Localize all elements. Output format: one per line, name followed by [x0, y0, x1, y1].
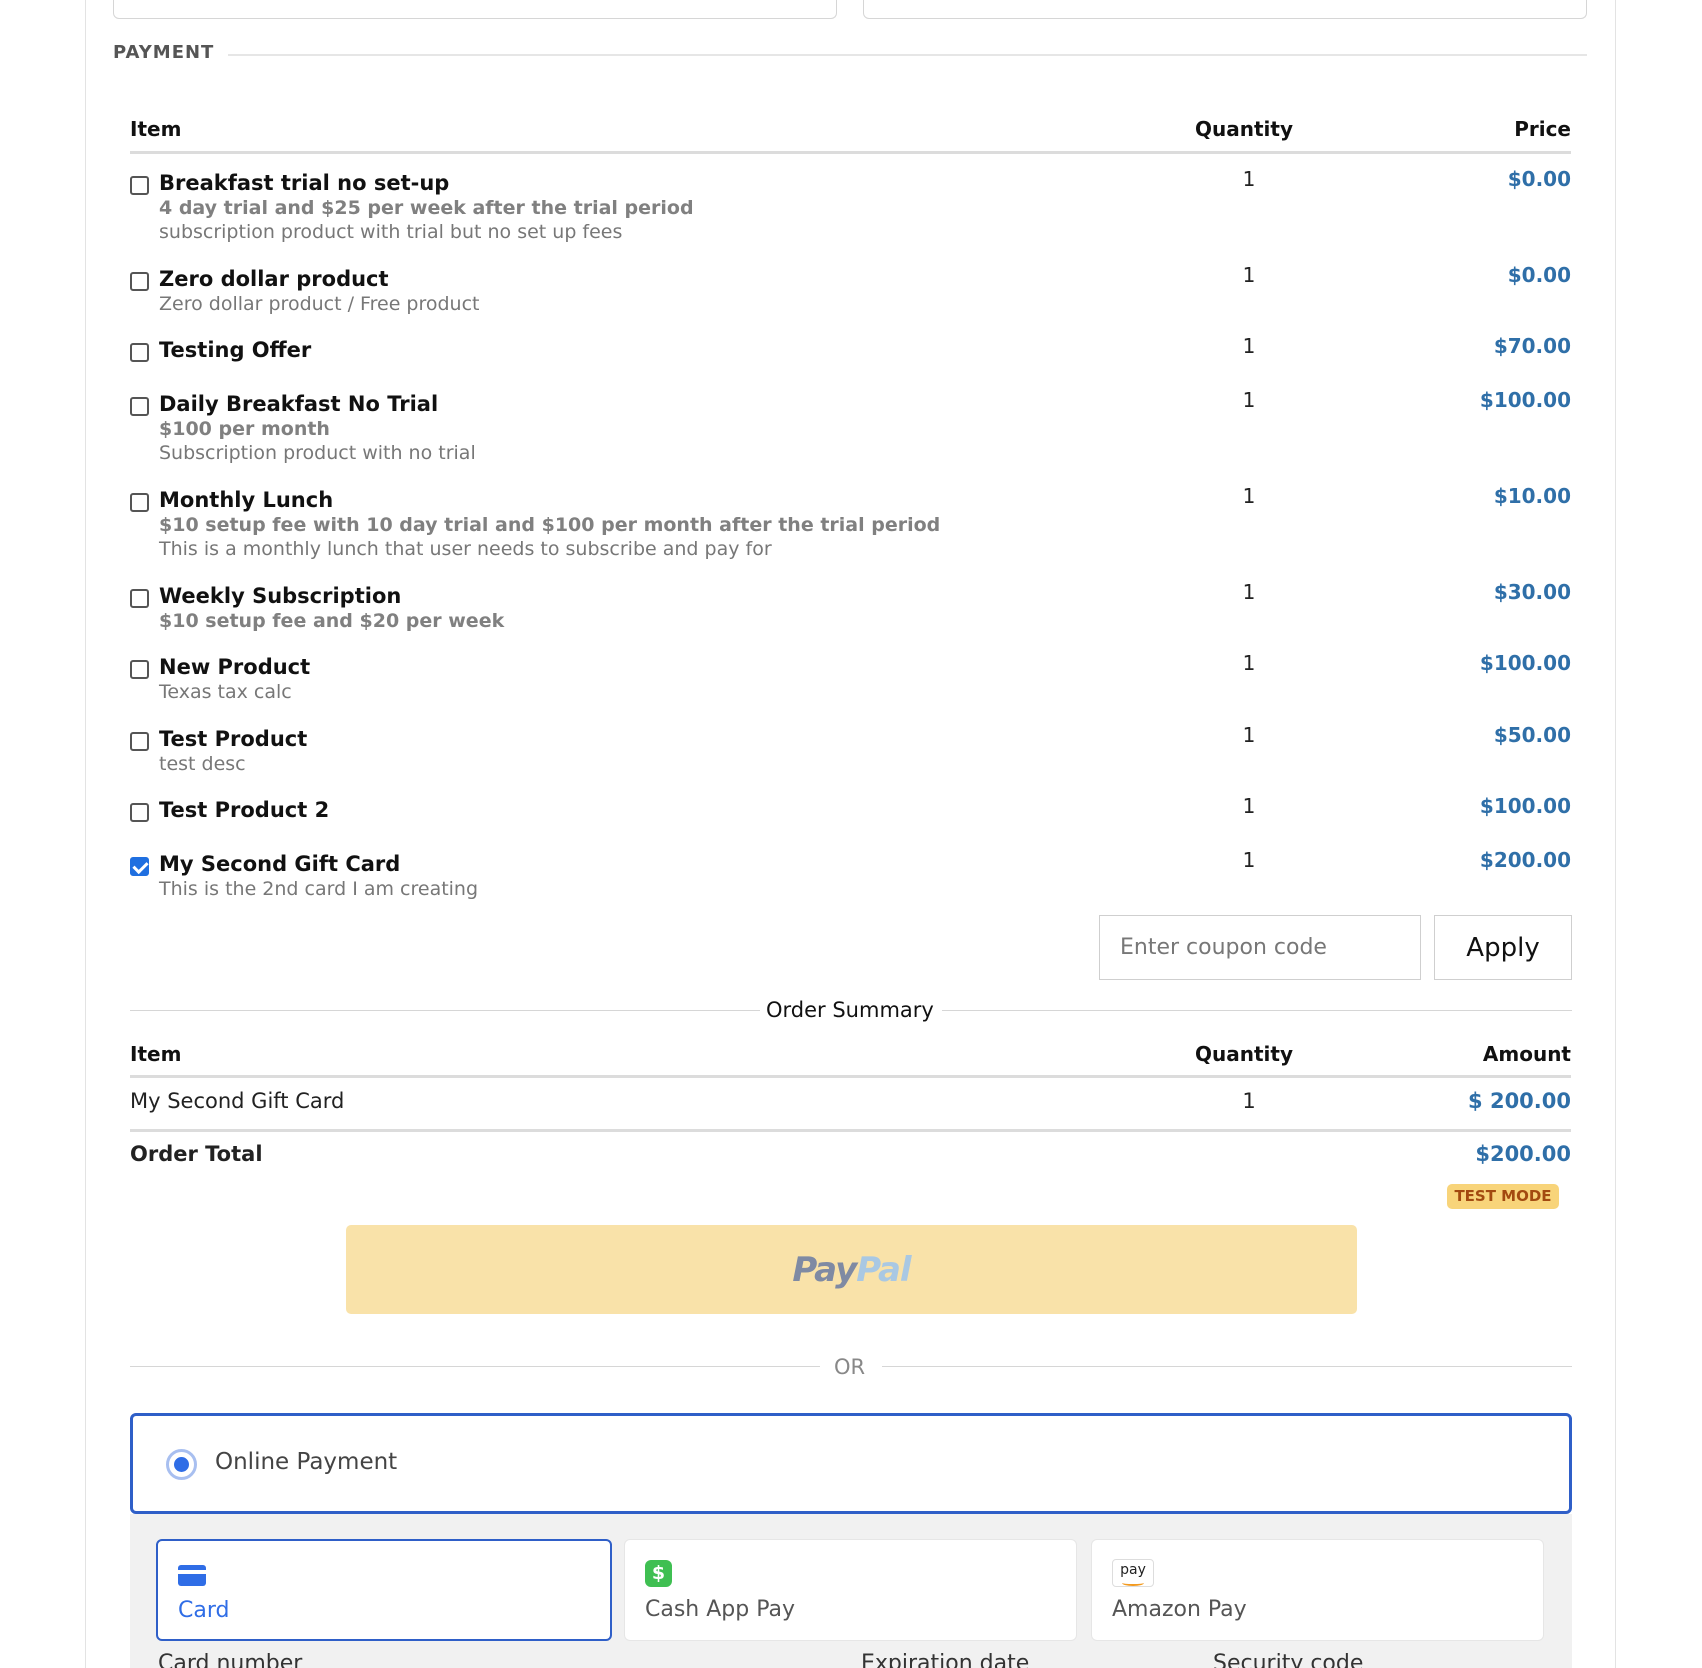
product-price: $100.00 [1479, 794, 1571, 818]
product-pricing-note: $100 per month [159, 418, 330, 440]
online-payment-radio[interactable] [166, 1449, 197, 1480]
product-name: My Second Gift Card [159, 852, 401, 876]
product-description: Texas tax calc [159, 681, 292, 703]
product-price: $0.00 [1507, 263, 1571, 287]
paypal-logo: PayPal [792, 1249, 911, 1290]
product-price: $0.00 [1507, 167, 1571, 191]
credit-card-icon [178, 1565, 206, 1586]
product-quantity: 1 [1242, 263, 1256, 287]
cash-app-icon: $ [645, 1560, 672, 1587]
apply-coupon-button[interactable]: Apply [1434, 915, 1572, 980]
product-price: $30.00 [1493, 580, 1571, 604]
previous-field-right[interactable] [863, 0, 1587, 19]
items-header-rule [130, 151, 1571, 154]
product-checkbox[interactable] [130, 272, 149, 291]
product-name: Testing Offer [159, 338, 312, 362]
product-description: Zero dollar product / Free product [159, 293, 480, 315]
product-quantity: 1 [1242, 848, 1256, 872]
items-header-item: Item [130, 117, 182, 141]
product-quantity: 1 [1242, 484, 1256, 508]
product-pricing-note: 4 day trial and $25 per week after the t… [159, 197, 694, 219]
summary-header-amount: Amount [1482, 1042, 1571, 1066]
product-name: Weekly Subscription [159, 584, 402, 608]
items-header-price: Price [1514, 117, 1571, 141]
summary-divider-right [942, 1010, 1572, 1011]
radio-selected-dot [174, 1457, 189, 1472]
summary-row-amount: $ 200.00 [1468, 1089, 1571, 1113]
product-name: Zero dollar product [159, 267, 389, 291]
payment-section-title: PAYMENT [113, 42, 215, 63]
product-quantity: 1 [1242, 580, 1256, 604]
payment-method-label: Card [178, 1598, 230, 1623]
product-checkbox[interactable] [130, 857, 149, 876]
or-divider-right [882, 1366, 1572, 1367]
product-checkbox[interactable] [130, 397, 149, 416]
items-header-quantity: Quantity [1195, 117, 1293, 141]
product-description: This is the 2nd card I am creating [159, 878, 479, 900]
coupon-code-input[interactable] [1099, 915, 1421, 980]
product-checkbox[interactable] [130, 343, 149, 362]
payment-method-cash-app[interactable]: $ Cash App Pay [624, 1539, 1077, 1641]
product-price: $50.00 [1493, 723, 1571, 747]
card-number-label: Card number [158, 1651, 303, 1668]
product-price: $70.00 [1493, 334, 1571, 358]
product-quantity: 1 [1242, 651, 1256, 675]
product-quantity: 1 [1242, 167, 1256, 191]
test-mode-badge: TEST MODE [1447, 1184, 1559, 1209]
summary-divider-left [130, 1010, 760, 1011]
product-checkbox[interactable] [130, 732, 149, 751]
product-description: test desc [159, 753, 246, 775]
product-quantity: 1 [1242, 388, 1256, 412]
product-description: subscription product with trial but no s… [159, 221, 623, 243]
security-code-label: Security code [1213, 1651, 1364, 1668]
summary-header-rule [130, 1075, 1571, 1078]
summary-total-rule [130, 1129, 1571, 1132]
summary-row-item: My Second Gift Card [130, 1089, 345, 1113]
payment-method-label: Cash App Pay [645, 1597, 795, 1622]
product-description: This is a monthly lunch that user needs … [159, 538, 772, 560]
previous-field-left[interactable] [113, 0, 837, 19]
product-pricing-note: $10 setup fee and $20 per week [159, 610, 505, 632]
paypal-logo-pay: Pay [792, 1249, 857, 1290]
product-quantity: 1 [1242, 794, 1256, 818]
product-price: $200.00 [1479, 848, 1571, 872]
summary-header-quantity: Quantity [1195, 1042, 1293, 1066]
product-price: $100.00 [1479, 388, 1571, 412]
product-name: New Product [159, 655, 311, 679]
product-checkbox[interactable] [130, 589, 149, 608]
product-description: Subscription product with no trial [159, 442, 476, 464]
product-pricing-note: $10 setup fee with 10 day trial and $100… [159, 514, 941, 536]
product-checkbox[interactable] [130, 660, 149, 679]
product-name: Breakfast trial no set-up [159, 171, 450, 195]
or-divider-label: OR [834, 1355, 866, 1379]
or-divider-left [130, 1366, 820, 1367]
product-name: Test Product 2 [159, 798, 330, 822]
product-name: Monthly Lunch [159, 488, 334, 512]
payment-method-label: Amazon Pay [1112, 1597, 1247, 1622]
product-price: $100.00 [1479, 651, 1571, 675]
order-total-label: Order Total [130, 1142, 263, 1166]
paypal-logo-pal: Pal [856, 1249, 911, 1290]
payment-method-card[interactable]: Card [156, 1539, 612, 1641]
online-payment-label: Online Payment [215, 1449, 398, 1475]
section-divider [228, 54, 1587, 56]
paypal-button[interactable]: PayPal [346, 1225, 1357, 1314]
summary-header-item: Item [130, 1042, 182, 1066]
product-checkbox[interactable] [130, 176, 149, 195]
product-price: $10.00 [1493, 484, 1571, 508]
amazon-pay-icon: pay [1112, 1559, 1154, 1587]
product-checkbox[interactable] [130, 803, 149, 822]
order-summary-title: Order Summary [766, 998, 934, 1022]
expiration-date-label: Expiration date [861, 1651, 1030, 1668]
product-quantity: 1 [1242, 723, 1256, 747]
product-name: Daily Breakfast No Trial [159, 392, 439, 416]
online-payment-option[interactable]: Online Payment [130, 1413, 1572, 1514]
product-quantity: 1 [1242, 334, 1256, 358]
product-name: Test Product [159, 727, 308, 751]
order-total-amount: $200.00 [1475, 1142, 1571, 1166]
product-checkbox[interactable] [130, 493, 149, 512]
payment-method-amazon-pay[interactable]: pay Amazon Pay [1091, 1539, 1544, 1641]
summary-row-quantity: 1 [1242, 1089, 1256, 1113]
